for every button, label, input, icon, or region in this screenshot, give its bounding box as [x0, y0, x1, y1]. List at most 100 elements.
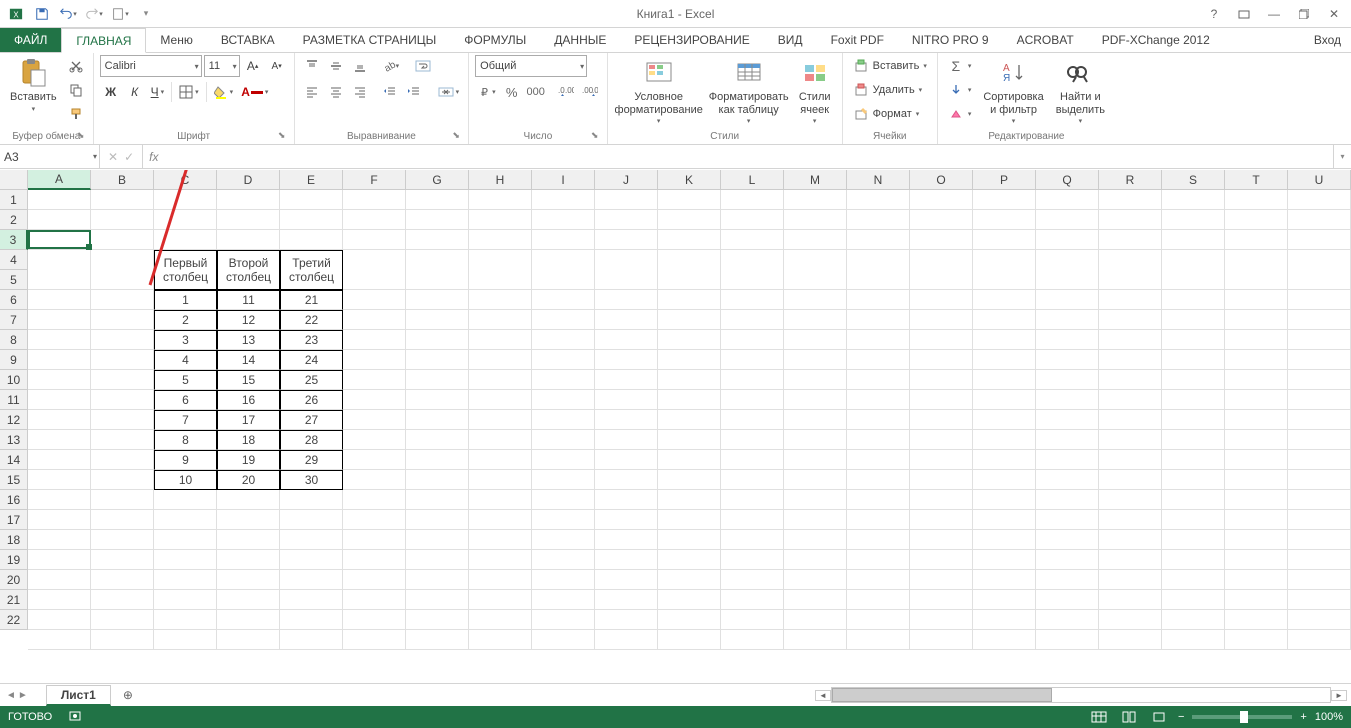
cell[interactable] [910, 470, 973, 490]
cell[interactable] [784, 570, 847, 590]
cell[interactable] [343, 330, 406, 350]
format-painter-button[interactable] [65, 103, 87, 125]
row-header-5[interactable]: 5 [0, 270, 28, 290]
col-header-J[interactable]: J [595, 170, 658, 190]
spreadsheet-grid[interactable]: ABCDEFGHIJKLMNOPQRSTU 123456789101112131… [0, 170, 1351, 683]
comma-style-button[interactable]: 000 [525, 81, 547, 103]
row-header-9[interactable]: 9 [0, 350, 28, 370]
cell[interactable]: 23 [280, 330, 343, 350]
ribbon-tab-0[interactable]: ГЛАВНАЯ [61, 28, 146, 53]
cell[interactable] [28, 230, 91, 250]
cell[interactable] [721, 350, 784, 370]
cell[interactable] [1162, 410, 1225, 430]
cell[interactable] [847, 610, 910, 630]
cell[interactable] [28, 570, 91, 590]
cell[interactable] [343, 290, 406, 310]
col-header-L[interactable]: L [721, 170, 784, 190]
cell[interactable] [1225, 610, 1288, 630]
cell[interactable] [343, 570, 406, 590]
ribbon-tab-8[interactable]: Foxit PDF [817, 28, 898, 52]
zoom-slider[interactable] [1192, 715, 1292, 719]
page-layout-view-button[interactable] [1118, 708, 1140, 726]
cell[interactable] [847, 250, 910, 290]
cell[interactable] [1162, 490, 1225, 510]
cell[interactable] [595, 490, 658, 510]
cell[interactable] [406, 610, 469, 630]
font-launcher[interactable]: ⬊ [276, 130, 288, 142]
cell[interactable] [406, 550, 469, 570]
cell[interactable] [532, 310, 595, 330]
cell[interactable] [532, 450, 595, 470]
cell[interactable] [1225, 390, 1288, 410]
cell[interactable] [1225, 510, 1288, 530]
cell[interactable] [721, 470, 784, 490]
cell[interactable] [1288, 550, 1351, 570]
file-tab[interactable]: ФАЙЛ [0, 28, 61, 52]
cell[interactable] [406, 630, 469, 650]
cell[interactable] [1036, 230, 1099, 250]
cell[interactable] [1162, 330, 1225, 350]
cell[interactable] [847, 510, 910, 530]
cell[interactable] [847, 310, 910, 330]
cell[interactable] [406, 250, 469, 290]
cell[interactable] [406, 430, 469, 450]
cell[interactable] [910, 450, 973, 470]
cell[interactable] [1036, 490, 1099, 510]
cell[interactable] [217, 510, 280, 530]
cell[interactable] [280, 210, 343, 230]
accounting-format-button[interactable]: ₽▾ [475, 81, 499, 103]
cell[interactable] [1225, 590, 1288, 610]
zoom-out-button[interactable]: − [1178, 711, 1184, 723]
cell[interactable] [469, 370, 532, 390]
number-format-combo[interactable]: Общий▾ [475, 55, 587, 77]
cell[interactable] [847, 430, 910, 450]
cell[interactable] [1225, 290, 1288, 310]
cell[interactable] [91, 250, 154, 290]
cell[interactable] [217, 550, 280, 570]
cell[interactable] [1099, 290, 1162, 310]
row-header-14[interactable]: 14 [0, 450, 28, 470]
cell[interactable] [658, 190, 721, 210]
cell[interactable] [91, 490, 154, 510]
cell[interactable] [973, 450, 1036, 470]
cell[interactable] [847, 570, 910, 590]
cell[interactable] [1099, 330, 1162, 350]
cell[interactable] [1288, 510, 1351, 530]
row-header-16[interactable]: 16 [0, 490, 28, 510]
cell[interactable] [1099, 450, 1162, 470]
cell[interactable] [1099, 190, 1162, 210]
cell[interactable] [532, 370, 595, 390]
cell[interactable] [973, 570, 1036, 590]
cell[interactable] [1036, 450, 1099, 470]
row-header-22[interactable]: 22 [0, 610, 28, 630]
decrease-font-button[interactable]: A▾ [266, 55, 288, 77]
cell[interactable] [721, 450, 784, 470]
col-header-N[interactable]: N [847, 170, 910, 190]
cell[interactable] [784, 450, 847, 470]
cell[interactable] [469, 290, 532, 310]
cell[interactable] [1036, 570, 1099, 590]
cell[interactable] [910, 590, 973, 610]
format-cells-button[interactable]: Формат ▾ [849, 103, 931, 125]
cell[interactable] [343, 490, 406, 510]
cell[interactable] [1225, 190, 1288, 210]
cell[interactable] [784, 190, 847, 210]
cell[interactable] [343, 410, 406, 430]
cell[interactable]: 24 [280, 350, 343, 370]
underline-button[interactable]: Ч▾ [148, 81, 168, 103]
cell[interactable]: 17 [217, 410, 280, 430]
cell[interactable] [910, 290, 973, 310]
col-header-P[interactable]: P [973, 170, 1036, 190]
cell[interactable] [658, 550, 721, 570]
cell[interactable] [343, 450, 406, 470]
cell[interactable] [406, 230, 469, 250]
cell[interactable] [406, 390, 469, 410]
cell-styles-button[interactable]: Стили ячеек▾ [794, 55, 836, 128]
row-header-8[interactable]: 8 [0, 330, 28, 350]
cell[interactable] [1162, 590, 1225, 610]
cell[interactable] [217, 210, 280, 230]
cell[interactable] [406, 210, 469, 230]
cell[interactable] [1036, 390, 1099, 410]
enter-formula-icon[interactable]: ✓ [124, 150, 134, 164]
cell[interactable] [343, 590, 406, 610]
